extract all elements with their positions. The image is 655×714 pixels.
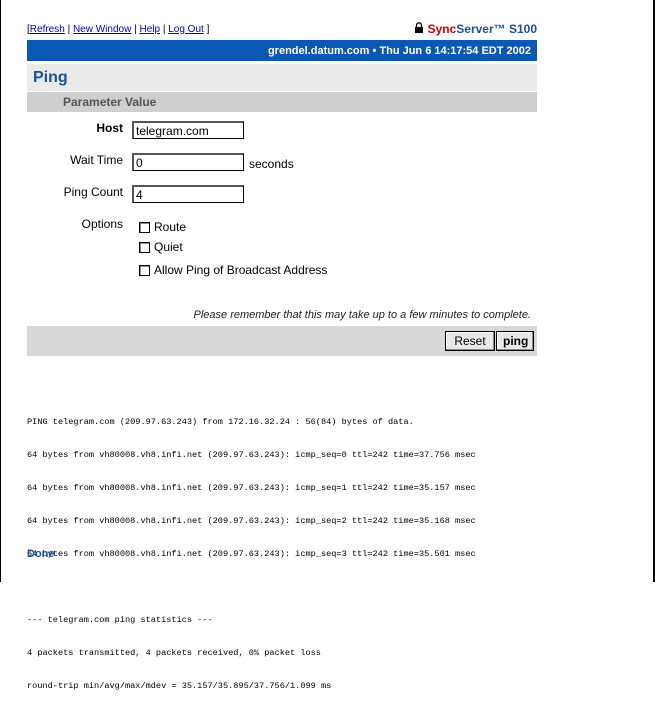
output-line: 64 bytes from vh80008.vh8.infi.net (209.… xyxy=(27,516,476,526)
refresh-link[interactable]: Refresh xyxy=(30,24,65,35)
host-input[interactable] xyxy=(132,121,244,139)
option-quiet[interactable]: Quiet xyxy=(139,240,183,254)
link-separator: | xyxy=(160,23,169,35)
wait-time-unit: seconds xyxy=(249,157,294,171)
brand-sync: Sync xyxy=(427,22,457,36)
top-bar: [Refresh | New Window | Help | Log Out ]… xyxy=(27,20,537,38)
output-line: PING telegram.com (209.97.63.243) from 1… xyxy=(27,417,414,427)
done-status: Done xyxy=(27,548,55,560)
output-line: 64 bytes from vh80008.vh8.infi.net (209.… xyxy=(27,450,476,460)
link-separator: | xyxy=(64,23,73,35)
table-header: Parameter Value xyxy=(27,92,537,112)
button-bar: Reset ping xyxy=(27,326,537,356)
ping-count-input[interactable] xyxy=(132,185,244,203)
host-datetime: grendel.datum.com • Thu Jun 6 14:17:54 E… xyxy=(267,44,531,57)
output-line: round-trip min/avg/max/mdev = 35.157/35.… xyxy=(27,681,332,691)
ping-output: PING telegram.com (209.97.63.243) from 1… xyxy=(27,395,652,714)
value-header: Value xyxy=(125,95,157,109)
page-title: Ping xyxy=(27,64,537,91)
wait-time-label: Wait Time xyxy=(70,153,123,167)
broadcast-checkbox[interactable] xyxy=(139,264,150,276)
ping-button[interactable]: ping xyxy=(496,331,534,351)
output-line: 64 bytes from vh80008.vh8.infi.net (209.… xyxy=(27,549,476,559)
bracket-close: ] xyxy=(203,23,210,35)
quiet-label: Quiet xyxy=(154,240,183,254)
host-label: Host xyxy=(96,121,123,135)
parameter-header: Parameter xyxy=(63,95,122,109)
option-route[interactable]: Route xyxy=(139,220,186,234)
page-frame: [Refresh | New Window | Help | Log Out ]… xyxy=(0,0,655,691)
route-label: Route xyxy=(154,220,187,234)
page-title-text: Ping xyxy=(33,68,68,86)
new-window-link[interactable]: New Window xyxy=(73,24,131,35)
output-line: 64 bytes from vh80008.vh8.infi.net (209.… xyxy=(27,483,476,493)
options-label: Options xyxy=(81,217,123,231)
brand-logo: Sync Server™ S100 xyxy=(414,22,537,36)
broadcast-label: Allow Ping of Broadcast Address xyxy=(154,263,328,277)
help-link[interactable]: Help xyxy=(139,24,160,35)
status-bar: grendel.datum.com • Thu Jun 6 14:17:54 E… xyxy=(27,40,537,61)
logout-link[interactable]: Log Out xyxy=(168,24,204,35)
top-links: [Refresh | New Window | Help | Log Out ] xyxy=(27,24,209,35)
output-line: --- telegram.com ping statistics --- xyxy=(27,615,213,625)
lock-icon xyxy=(414,22,424,36)
route-checkbox[interactable] xyxy=(139,221,150,233)
duration-note: Please remember that this may take up to… xyxy=(193,309,532,321)
wait-time-input[interactable] xyxy=(132,153,244,171)
ping-count-label: Ping Count xyxy=(63,185,123,199)
reset-button[interactable]: Reset xyxy=(445,331,495,351)
option-broadcast[interactable]: Allow Ping of Broadcast Address xyxy=(139,263,327,277)
output-line: 4 packets transmitted, 4 packets receive… xyxy=(27,648,321,658)
quiet-checkbox[interactable] xyxy=(139,241,150,253)
brand-name: Server™ S100 xyxy=(456,22,537,36)
